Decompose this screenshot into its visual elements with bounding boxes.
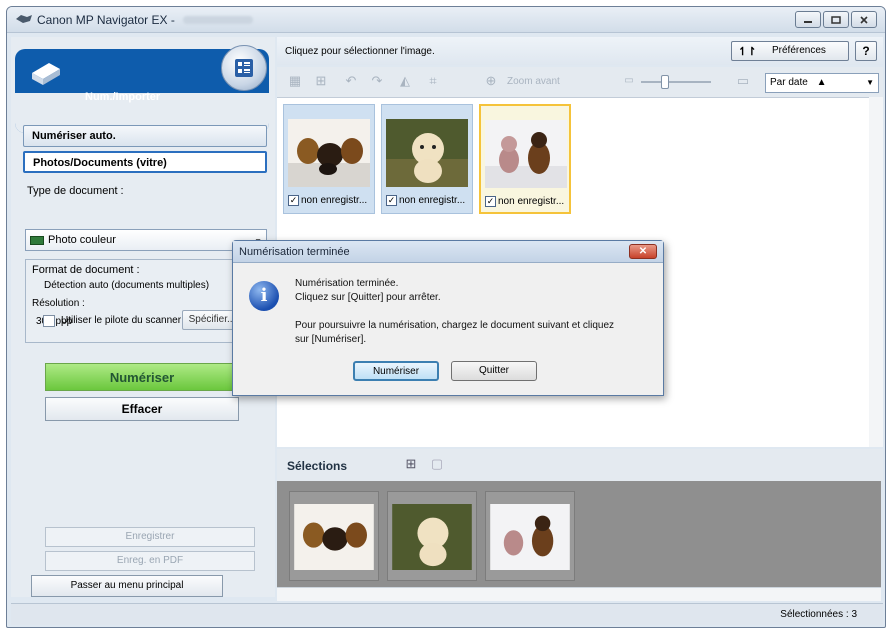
maximize-icon <box>831 15 841 24</box>
selection-thumbnail-2[interactable] <box>387 491 477 581</box>
select-all-icon[interactable]: ⊞ <box>403 457 419 471</box>
thumbnail-checkbox[interactable]: ✓ <box>288 195 299 206</box>
preferences-icon: ↿↾ <box>738 46 757 58</box>
info-icon: i <box>249 281 279 311</box>
view-toggle-button[interactable] <box>221 45 267 91</box>
mirror-icon[interactable]: ◭ <box>397 74 413 88</box>
window-title: Canon MP Navigator EX - <box>37 13 175 27</box>
save-pdf-button[interactable]: Enreg. en PDF <box>45 551 255 571</box>
labrador-photo <box>386 119 468 187</box>
selections-area <box>277 481 881 587</box>
dialog-line-2: Cliquez sur [Quitter] pour arrêter. <box>295 292 441 303</box>
photo-color-icon <box>30 236 44 245</box>
dialog-line-4: sur [Numériser]. <box>295 334 367 345</box>
thumbnail-2[interactable]: ✓ non enregistr... <box>381 104 473 214</box>
chevron-down-icon: ▼ <box>866 78 874 87</box>
help-button[interactable]: ? <box>855 41 877 61</box>
dialog-quit-button[interactable]: Quitter <box>451 361 537 381</box>
doc-type-label: Type de document : <box>27 185 124 197</box>
window-title-blurred <box>183 16 253 24</box>
dialog-line-1: Numérisation terminée. <box>295 278 399 289</box>
right-topbar: Cliquez pour sélectionner l'image. ↿↾ Pr… <box>277 37 883 65</box>
scanner-icon <box>32 63 60 85</box>
grid-view-icon <box>235 59 253 77</box>
clear-button[interactable]: Effacer <box>45 397 239 421</box>
sort-select[interactable]: Par date ▲ ▼ <box>765 73 879 93</box>
slider-handle[interactable] <box>661 75 669 89</box>
sort-value: Par date <box>770 77 808 88</box>
doc-type-select[interactable]: Photo couleur ▼ <box>25 229 267 251</box>
rotate-left-icon[interactable]: ↶ <box>343 74 359 88</box>
large-thumbnail-icon[interactable]: ▭ <box>735 74 751 88</box>
gallery-scrollbar[interactable] <box>869 97 883 447</box>
main-menu-button[interactable]: Passer au menu principal <box>31 575 223 597</box>
format-label: Format de document : <box>32 264 140 276</box>
scan-complete-dialog: Numérisation terminée ✕ i Numérisation t… <box>232 240 664 396</box>
thumbnail-caption: ✓ non enregistr... <box>386 195 466 206</box>
thumbnail-1[interactable]: ✓ non enregistr... <box>283 104 375 214</box>
zoom-label[interactable]: Zoom avant <box>507 76 560 87</box>
header-label: Num./Importer <box>85 91 161 103</box>
select-all-icon[interactable]: ▦ <box>287 74 303 88</box>
thumbnail-checkbox[interactable]: ✓ <box>485 196 496 207</box>
app-logo-icon <box>16 15 32 23</box>
photos-documents-mode-button[interactable]: Photos/Documents (vitre) <box>23 151 267 173</box>
deselect-icon[interactable]: ▢ <box>429 457 445 471</box>
thumbnail-3-selected[interactable]: ✓ non enregistr... <box>479 104 571 214</box>
preferences-button[interactable]: ↿↾ Préférences <box>731 41 849 61</box>
thumbnail-caption: ✓ non enregistr... <box>288 195 368 206</box>
sort-ascending-icon: ▲ <box>816 77 827 88</box>
image-toolbar: ▦ ⊞ ↶ ↷ ◭ ⌗ ⊕ Zoom avant ▭ ▭ Par date ▲ … <box>277 67 883 97</box>
close-icon <box>860 15 868 24</box>
title-bar: Canon MP Navigator EX - <box>7 7 885 33</box>
auto-scan-mode-button[interactable]: Numériser auto. <box>23 125 267 147</box>
zoom-icon[interactable]: ⊕ <box>483 74 499 88</box>
rotate-right-icon[interactable]: ↷ <box>369 74 385 88</box>
minimize-button[interactable] <box>795 11 821 28</box>
thumbnail-checkbox[interactable]: ✓ <box>386 195 397 206</box>
dialog-title: Numérisation terminée <box>233 241 663 263</box>
labrador-photo <box>392 504 472 570</box>
format-value: Détection auto (documents multiples) <box>44 280 210 291</box>
save-button[interactable]: Enregistrer <box>45 527 255 547</box>
status-bar: Sélectionnées : 3 <box>11 603 883 625</box>
doc-type-value: Photo couleur <box>48 234 116 246</box>
select-image-hint: Cliquez pour sélectionner l'image. <box>285 46 435 57</box>
thumbnail-size-slider[interactable] <box>641 81 711 83</box>
dialog-scan-button[interactable]: Numériser <box>353 361 439 381</box>
crop-icon[interactable]: ⌗ <box>425 74 441 88</box>
use-driver-checkbox[interactable] <box>43 315 55 327</box>
small-thumbnail-icon[interactable]: ▭ <box>621 74 637 88</box>
use-driver-label: Utiliser le pilote du scanner <box>61 315 182 326</box>
dogs-photo <box>288 119 370 187</box>
thumbnail-caption: ✓ non enregistr... <box>485 196 565 207</box>
dialog-line-3: Pour poursuivre la numérisation, chargez… <box>295 320 615 331</box>
selections-title: Sélections <box>287 459 348 473</box>
dog-teddy-photo <box>490 504 570 570</box>
dialog-close-button[interactable]: ✕ <box>629 244 657 259</box>
selections-scrollbar[interactable] <box>277 587 881 601</box>
selection-thumbnail-1[interactable] <box>289 491 379 581</box>
selections-header: Sélections ⊞ ▢ <box>277 449 883 481</box>
dog-teddy-photo <box>485 120 567 188</box>
maximize-button[interactable] <box>823 11 849 28</box>
selection-thumbnail-3[interactable] <box>485 491 575 581</box>
scan-button[interactable]: Numériser <box>45 363 239 391</box>
minimize-icon <box>804 20 812 23</box>
deselect-all-icon[interactable]: ⊞ <box>313 74 329 88</box>
preferences-label: Préférences <box>772 45 826 56</box>
close-window-button[interactable] <box>851 11 877 28</box>
resolution-label: Résolution : <box>32 298 85 309</box>
selected-count: Sélectionnées : 3 <box>780 609 857 620</box>
dogs-photo <box>294 504 374 570</box>
